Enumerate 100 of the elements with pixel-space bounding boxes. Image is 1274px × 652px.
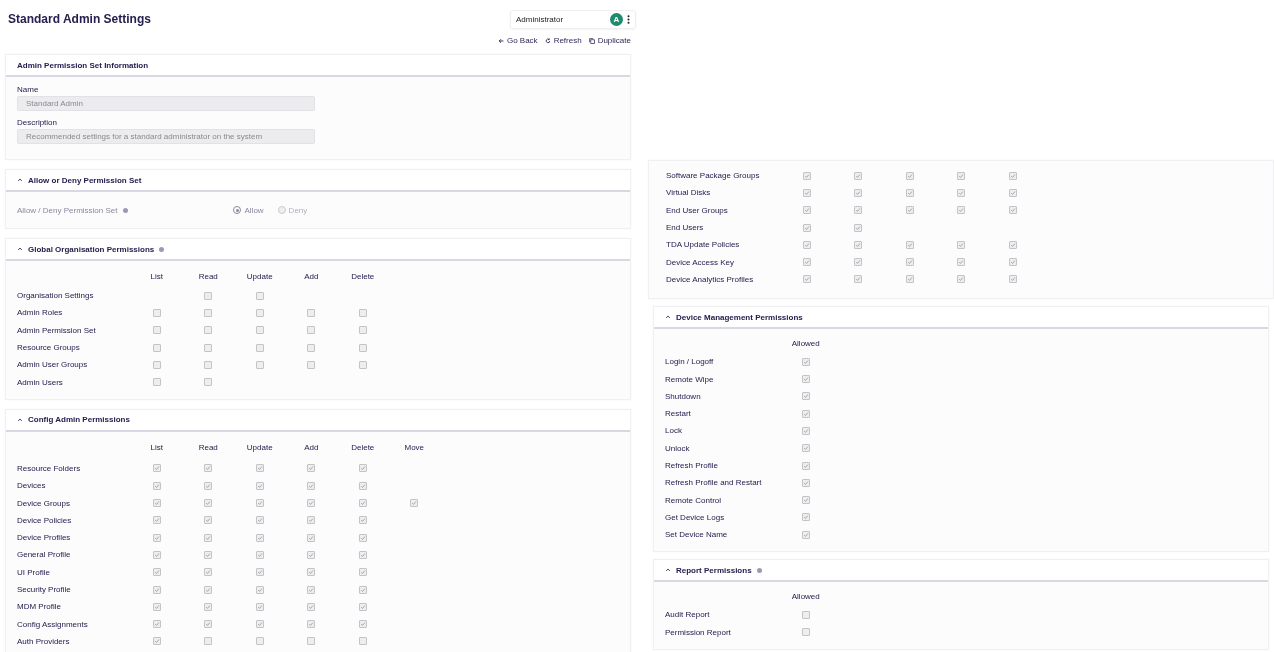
checkbox[interactable] bbox=[358, 464, 367, 473]
checkbox[interactable] bbox=[801, 611, 810, 619]
checkbox[interactable] bbox=[358, 308, 367, 317]
checkbox[interactable] bbox=[802, 206, 811, 215]
checkbox[interactable] bbox=[801, 530, 810, 539]
checkbox[interactable] bbox=[307, 620, 316, 629]
checkbox[interactable] bbox=[358, 326, 367, 335]
checkbox[interactable] bbox=[905, 206, 914, 215]
checkbox[interactable] bbox=[802, 223, 811, 232]
checkbox[interactable] bbox=[358, 568, 367, 577]
checkbox[interactable] bbox=[204, 585, 213, 594]
checkbox[interactable] bbox=[152, 464, 161, 473]
checkbox[interactable] bbox=[204, 481, 213, 490]
checkbox[interactable] bbox=[358, 533, 367, 542]
checkbox[interactable] bbox=[255, 481, 264, 490]
action-link[interactable]: Duplicate bbox=[588, 36, 631, 45]
checkbox[interactable] bbox=[152, 550, 161, 559]
checkbox[interactable] bbox=[957, 258, 966, 267]
checkbox[interactable] bbox=[255, 308, 264, 317]
checkbox[interactable] bbox=[204, 602, 213, 611]
checkbox[interactable] bbox=[905, 240, 914, 249]
checkbox[interactable] bbox=[204, 637, 213, 646]
checkbox[interactable] bbox=[801, 444, 810, 453]
checkbox[interactable] bbox=[204, 550, 213, 559]
checkbox[interactable] bbox=[255, 516, 264, 525]
checkbox[interactable] bbox=[957, 206, 966, 215]
checkbox[interactable] bbox=[307, 637, 316, 646]
checkbox[interactable] bbox=[1008, 275, 1017, 284]
checkbox[interactable] bbox=[957, 275, 966, 284]
checkbox[interactable] bbox=[255, 602, 264, 611]
checkbox[interactable] bbox=[358, 585, 367, 594]
checkbox[interactable] bbox=[905, 188, 914, 197]
checkbox[interactable] bbox=[255, 568, 264, 577]
checkbox[interactable] bbox=[307, 499, 316, 507]
checkbox[interactable] bbox=[854, 188, 863, 197]
checkbox[interactable] bbox=[255, 291, 264, 300]
checkbox[interactable] bbox=[307, 602, 316, 611]
info-icon[interactable] bbox=[159, 246, 165, 252]
checkbox[interactable] bbox=[1008, 206, 1017, 215]
checkbox[interactable] bbox=[1008, 258, 1017, 267]
checkbox[interactable] bbox=[152, 499, 161, 507]
checkbox[interactable] bbox=[152, 343, 161, 352]
checkbox[interactable] bbox=[854, 258, 863, 267]
checkbox[interactable] bbox=[1008, 171, 1017, 180]
checkbox[interactable] bbox=[358, 343, 367, 352]
checkbox[interactable] bbox=[204, 378, 213, 387]
chevron-icon[interactable] bbox=[17, 246, 23, 252]
checkbox[interactable] bbox=[854, 206, 863, 215]
checkbox[interactable] bbox=[307, 360, 316, 369]
checkbox[interactable] bbox=[801, 628, 810, 637]
radio-option[interactable]: Allow bbox=[233, 205, 264, 215]
checkbox[interactable] bbox=[358, 620, 367, 629]
checkbox[interactable] bbox=[255, 585, 264, 594]
checkbox[interactable] bbox=[801, 375, 810, 383]
chevron-icon[interactable] bbox=[17, 177, 23, 183]
checkbox[interactable] bbox=[152, 637, 161, 646]
checkbox[interactable] bbox=[204, 308, 213, 317]
checkbox[interactable] bbox=[255, 326, 264, 335]
checkbox[interactable] bbox=[801, 426, 810, 435]
checkbox[interactable] bbox=[802, 171, 811, 180]
checkbox[interactable] bbox=[204, 360, 213, 369]
checkbox[interactable] bbox=[152, 481, 161, 490]
checkbox[interactable] bbox=[204, 568, 213, 577]
checkbox[interactable] bbox=[307, 481, 316, 490]
checkbox[interactable] bbox=[854, 223, 863, 232]
checkbox[interactable] bbox=[1008, 188, 1017, 197]
checkbox[interactable] bbox=[152, 516, 161, 525]
checkbox[interactable] bbox=[152, 326, 161, 335]
checkbox[interactable] bbox=[307, 464, 316, 473]
action-link[interactable]: Refresh bbox=[544, 36, 582, 45]
checkbox[interactable] bbox=[358, 516, 367, 525]
checkbox[interactable] bbox=[255, 464, 264, 473]
checkbox[interactable] bbox=[801, 409, 810, 418]
checkbox[interactable] bbox=[204, 516, 213, 525]
checkbox[interactable] bbox=[358, 481, 367, 490]
checkbox[interactable] bbox=[152, 585, 161, 594]
checkbox[interactable] bbox=[204, 533, 213, 542]
checkbox[interactable] bbox=[905, 275, 914, 284]
chevron-icon[interactable] bbox=[665, 567, 671, 574]
checkbox[interactable] bbox=[358, 550, 367, 559]
checkbox[interactable] bbox=[204, 499, 213, 507]
checkbox[interactable] bbox=[204, 620, 213, 629]
checkbox[interactable] bbox=[204, 343, 213, 352]
checkbox[interactable] bbox=[152, 360, 161, 369]
checkbox[interactable] bbox=[358, 499, 367, 507]
checkbox[interactable] bbox=[152, 602, 161, 611]
checkbox[interactable] bbox=[255, 637, 264, 646]
checkbox[interactable] bbox=[801, 513, 810, 522]
checkbox[interactable] bbox=[802, 258, 811, 267]
checkbox[interactable] bbox=[255, 343, 264, 352]
checkbox[interactable] bbox=[854, 275, 863, 284]
more-icon[interactable] bbox=[627, 15, 630, 24]
checkbox[interactable] bbox=[358, 602, 367, 611]
checkbox[interactable] bbox=[1008, 240, 1017, 249]
checkbox[interactable] bbox=[255, 360, 264, 369]
user-menu[interactable]: Administrator A bbox=[510, 10, 636, 29]
checkbox[interactable] bbox=[255, 620, 264, 629]
chevron-icon[interactable] bbox=[17, 416, 23, 423]
checkbox[interactable] bbox=[255, 533, 264, 542]
checkbox[interactable] bbox=[307, 343, 316, 352]
